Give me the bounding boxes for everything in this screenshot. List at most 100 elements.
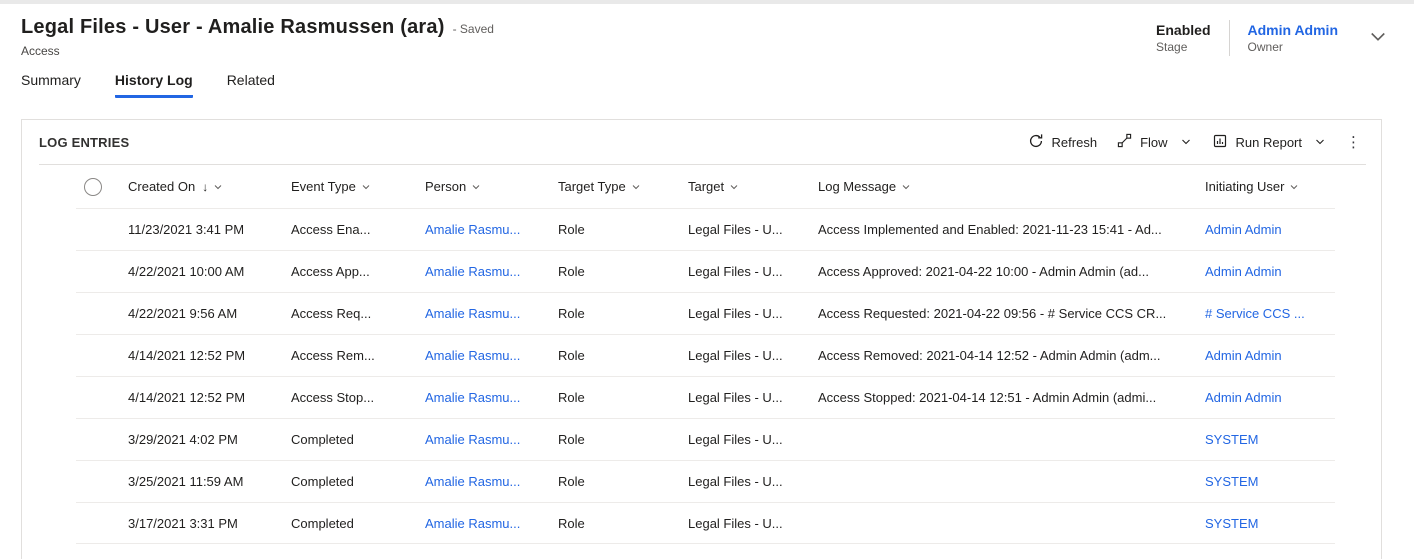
cell-log-message: Access Approved: 2021-04-22 10:00 - Admi… xyxy=(818,264,1205,279)
cell-target-type: Role xyxy=(558,390,688,405)
grid-toolbar: Refresh Flow Run Report xyxy=(1018,125,1371,159)
cell-target-type: Role xyxy=(558,474,688,489)
cell-created-on: 3/25/2021 11:59 AM xyxy=(128,474,291,489)
cell-target: Legal Files - U... xyxy=(688,306,818,321)
cell-person-link[interactable]: Amalie Rasmu... xyxy=(425,432,558,447)
owner-label: Owner xyxy=(1248,40,1338,54)
cell-log-message: Access Stopped: 2021-04-14 12:51 - Admin… xyxy=(818,390,1205,405)
cell-created-on: 11/23/2021 3:41 PM xyxy=(128,222,291,237)
cell-log-message: Access Requested: 2021-04-22 09:56 - # S… xyxy=(818,306,1205,321)
stage-field: Enabled Stage xyxy=(1156,22,1210,54)
cell-event-type: Completed xyxy=(291,432,425,447)
tab-related[interactable]: Related xyxy=(227,72,275,98)
chevron-down-icon xyxy=(361,182,371,192)
column-header-initiating-user[interactable]: Initiating User xyxy=(1205,179,1335,194)
chevron-down-icon xyxy=(1180,136,1192,148)
chevron-down-icon xyxy=(1368,26,1388,51)
chevron-down-icon xyxy=(213,182,223,192)
column-header-event-type[interactable]: Event Type xyxy=(291,179,425,194)
cell-initiating-user-link[interactable]: Admin Admin xyxy=(1205,222,1335,237)
owner-field: Admin Admin Owner xyxy=(1248,22,1338,54)
cell-event-type: Access Stop... xyxy=(291,390,425,405)
table-row[interactable]: 3/29/2021 4:02 PM Completed Amalie Rasmu… xyxy=(76,418,1335,460)
cell-log-message: Access Removed: 2021-04-14 12:52 - Admin… xyxy=(818,348,1205,363)
cell-created-on: 4/14/2021 12:52 PM xyxy=(128,348,291,363)
table-row[interactable]: 11/23/2021 3:41 PM Access Ena... Amalie … xyxy=(76,208,1335,250)
save-status: - Saved xyxy=(453,22,494,36)
cell-initiating-user-link[interactable]: Admin Admin xyxy=(1205,348,1335,363)
refresh-button[interactable]: Refresh xyxy=(1018,125,1108,159)
cell-initiating-user-link[interactable]: SYSTEM xyxy=(1205,474,1335,489)
cell-event-type: Access Req... xyxy=(291,306,425,321)
tab-summary[interactable]: Summary xyxy=(21,72,81,98)
cell-target: Legal Files - U... xyxy=(688,432,818,447)
cell-person-link[interactable]: Amalie Rasmu... xyxy=(425,348,558,363)
table-row[interactable]: 3/17/2021 3:31 PM Completed Amalie Rasmu… xyxy=(76,502,1335,544)
cell-target: Legal Files - U... xyxy=(688,516,818,531)
tab-history-log[interactable]: History Log xyxy=(115,72,193,98)
column-header-log-message[interactable]: Log Message xyxy=(818,179,1205,194)
chevron-down-icon xyxy=(729,182,739,192)
run-report-icon xyxy=(1212,133,1228,152)
table-row[interactable]: 4/22/2021 9:56 AM Access Req... Amalie R… xyxy=(76,292,1335,334)
page-title: Legal Files - User - Amalie Rasmussen (a… xyxy=(21,16,445,39)
cell-person-link[interactable]: Amalie Rasmu... xyxy=(425,516,558,531)
more-commands-button[interactable]: ⋮ xyxy=(1336,125,1371,159)
cell-initiating-user-link[interactable]: # Service CCS ... xyxy=(1205,306,1335,321)
column-header-person[interactable]: Person xyxy=(425,179,558,194)
stage-label: Stage xyxy=(1156,40,1210,54)
cell-target: Legal Files - U... xyxy=(688,474,818,489)
cell-target: Legal Files - U... xyxy=(688,348,818,363)
grid-rows: 11/23/2021 3:41 PM Access Ena... Amalie … xyxy=(22,208,1381,544)
cell-created-on: 4/22/2021 9:56 AM xyxy=(128,306,291,321)
cell-event-type: Completed xyxy=(291,516,425,531)
run-report-button[interactable]: Run Report xyxy=(1202,125,1336,159)
column-header-target-type[interactable]: Target Type xyxy=(558,179,688,194)
cell-person-link[interactable]: Amalie Rasmu... xyxy=(425,264,558,279)
cell-person-link[interactable]: Amalie Rasmu... xyxy=(425,474,558,489)
flow-label: Flow xyxy=(1140,135,1167,150)
stage-value: Enabled xyxy=(1156,22,1210,38)
sort-descending-icon: ↓ xyxy=(202,180,208,194)
cell-event-type: Access Ena... xyxy=(291,222,425,237)
flow-icon xyxy=(1117,133,1132,151)
cell-target-type: Role xyxy=(558,222,688,237)
table-row[interactable]: 3/25/2021 11:59 AM Completed Amalie Rasm… xyxy=(76,460,1335,502)
cell-person-link[interactable]: Amalie Rasmu... xyxy=(425,222,558,237)
table-row[interactable]: 4/14/2021 12:52 PM Access Stop... Amalie… xyxy=(76,376,1335,418)
refresh-label: Refresh xyxy=(1052,135,1098,150)
page-header-left: Legal Files - User - Amalie Rasmussen (a… xyxy=(21,16,494,58)
form-tabs: Summary History Log Related xyxy=(0,72,1414,98)
cell-target-type: Role xyxy=(558,516,688,531)
flow-button[interactable]: Flow xyxy=(1107,125,1201,159)
cell-initiating-user-link[interactable]: Admin Admin xyxy=(1205,264,1335,279)
cell-target: Legal Files - U... xyxy=(688,264,818,279)
column-header-target[interactable]: Target xyxy=(688,179,818,194)
header-field-divider xyxy=(1229,20,1230,56)
cell-initiating-user-link[interactable]: SYSTEM xyxy=(1205,516,1335,531)
cell-target: Legal Files - U... xyxy=(688,390,818,405)
log-entries-header: LOG ENTRIES Refresh Flow xyxy=(22,120,1381,164)
select-all-checkbox[interactable] xyxy=(84,178,102,196)
cell-target-type: Role xyxy=(558,306,688,321)
cell-created-on: 4/14/2021 12:52 PM xyxy=(128,390,291,405)
cell-person-link[interactable]: Amalie Rasmu... xyxy=(425,390,558,405)
cell-log-message: Access Implemented and Enabled: 2021-11-… xyxy=(818,222,1205,237)
column-header-created-on[interactable]: Created On ↓ xyxy=(128,179,291,194)
chevron-down-icon xyxy=(471,182,481,192)
cell-target-type: Role xyxy=(558,432,688,447)
owner-link[interactable]: Admin Admin xyxy=(1248,22,1338,38)
cell-initiating-user-link[interactable]: SYSTEM xyxy=(1205,432,1335,447)
entity-subtitle: Access xyxy=(21,44,494,58)
cell-initiating-user-link[interactable]: Admin Admin xyxy=(1205,390,1335,405)
header-expand-button[interactable] xyxy=(1368,26,1388,51)
cell-created-on: 4/22/2021 10:00 AM xyxy=(128,264,291,279)
table-row[interactable]: 4/22/2021 10:00 AM Access App... Amalie … xyxy=(76,250,1335,292)
log-entries-title: LOG ENTRIES xyxy=(39,135,129,150)
table-row[interactable]: 4/14/2021 12:52 PM Access Rem... Amalie … xyxy=(76,334,1335,376)
cell-created-on: 3/29/2021 4:02 PM xyxy=(128,432,291,447)
page-header: Legal Files - User - Amalie Rasmussen (a… xyxy=(0,4,1414,58)
chevron-down-icon xyxy=(631,182,641,192)
header-summary-fields: Enabled Stage Admin Admin Owner xyxy=(1156,16,1388,56)
cell-person-link[interactable]: Amalie Rasmu... xyxy=(425,306,558,321)
